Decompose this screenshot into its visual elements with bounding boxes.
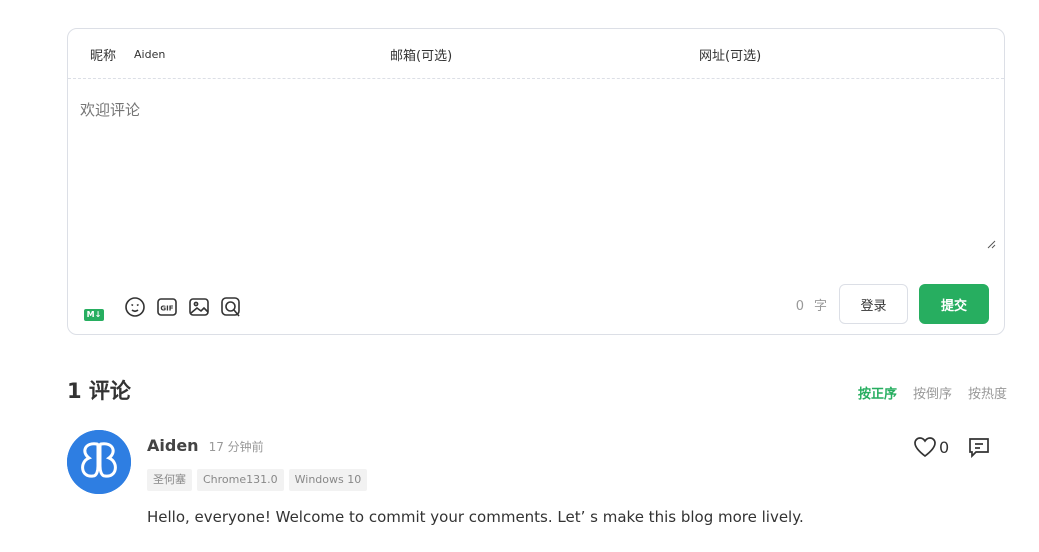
url-field[interactable]: 网址(可选) [699,29,761,79]
comment-time: 17 分钟前 [208,440,264,454]
image-icon[interactable] [188,296,210,318]
comment-meta-tags: 圣何塞 Chrome131.0 Windows 10 [147,469,372,491]
nick-field: 昵称 [90,29,335,79]
comment-header: Aiden 17 分钟前 [147,436,264,455]
svg-text:GIF: GIF [160,305,173,313]
preview-icon[interactable] [220,296,242,318]
nick-input[interactable] [134,47,335,61]
editor-actions: 0字 登录 提交 [796,284,989,324]
nick-label: 昵称 [90,48,117,64]
comment-content: Hello, everyone! Welcome to commit your … [147,508,804,526]
word-count-unit: 字 [813,298,827,314]
editor-toolbar: M↓ GIF [84,293,242,321]
comment-textarea[interactable] [80,99,990,254]
sort-tabs: 按正序 按倒序 按热度 [842,383,1007,402]
comment-nick[interactable]: Aiden [147,436,199,455]
mail-label[interactable]: 邮箱(可选) [390,45,452,64]
sort-asc-tab[interactable]: 按正序 [858,383,897,402]
login-button[interactable]: 登录 [839,284,908,324]
browser-tag: Chrome131.0 [197,469,284,491]
submit-button[interactable]: 提交 [919,284,989,324]
emoji-icon[interactable] [124,296,146,318]
word-count-value: 0 [795,298,804,314]
reply-icon[interactable] [967,436,991,458]
meta-fields-row: 昵称 邮箱(可选) 网址(可选) [68,29,1004,79]
location-tag: 圣何塞 [147,469,192,491]
mail-field[interactable]: 邮箱(可选) [390,29,452,79]
comment-actions: 0 [913,436,991,458]
word-count: 0字 [796,295,827,314]
os-tag: Windows 10 [288,469,368,491]
resize-grip-icon[interactable] [986,239,996,249]
sort-hot-tab[interactable]: 按热度 [968,383,1007,402]
comment-count-title: 1 评论 [67,379,131,403]
heart-icon[interactable] [913,436,937,458]
avatar [67,430,131,494]
gif-icon[interactable]: GIF [156,296,178,318]
comment-editor: 昵称 邮箱(可选) 网址(可选) M↓ GIF [67,28,1005,335]
url-label[interactable]: 网址(可选) [699,45,761,64]
like-count: 0 [939,437,950,457]
markdown-icon[interactable]: M↓ [84,309,104,321]
sort-desc-tab[interactable]: 按倒序 [913,383,952,402]
